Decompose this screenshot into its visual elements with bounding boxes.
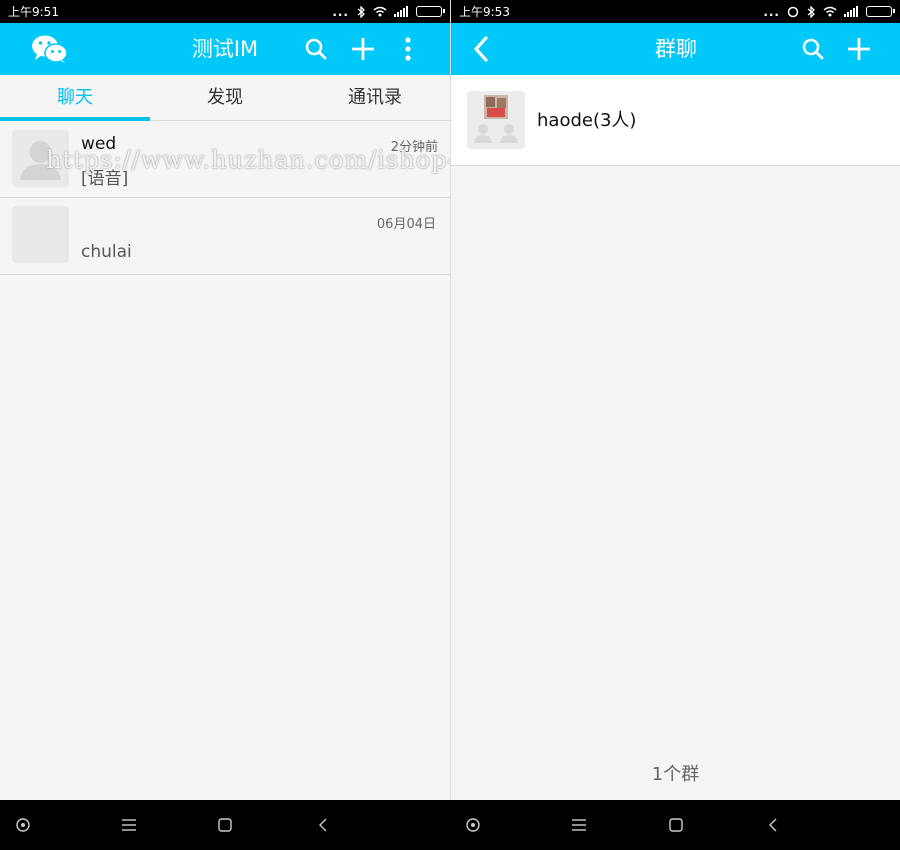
tab-discover[interactable]: 发现 bbox=[150, 75, 300, 120]
watermark-text: https://www.huzhan.com/ishop44660 bbox=[46, 146, 450, 174]
add-icon[interactable] bbox=[843, 33, 875, 65]
status-bar: 上午9:53 ... bbox=[451, 0, 900, 23]
more-vert-icon[interactable] bbox=[392, 33, 424, 65]
signal-icon bbox=[394, 6, 408, 17]
bluetooth-icon bbox=[807, 5, 815, 18]
battery-icon bbox=[416, 6, 445, 17]
menu-nav-icon[interactable] bbox=[117, 813, 141, 837]
assistant-nav-icon[interactable] bbox=[11, 813, 35, 837]
page-title: 测试IM bbox=[191, 37, 259, 61]
group-chat-screen: 上午9:53 ... 群聊 haode(3人) 1个群 bbox=[451, 0, 900, 850]
status-more-icon: ... bbox=[763, 4, 780, 19]
tab-contacts[interactable]: 通讯录 bbox=[300, 75, 450, 120]
tab-bar: 聊天 发现 通讯录 bbox=[0, 75, 450, 121]
chat-screen: 上午9:51 ... 测试IM 聊天 发现 通讯录 wed [语音] 2分钟前 … bbox=[0, 0, 450, 850]
battery-icon bbox=[866, 6, 895, 17]
status-time: 上午9:51 bbox=[8, 5, 59, 19]
search-icon[interactable] bbox=[797, 33, 829, 65]
nav-bar bbox=[0, 800, 450, 850]
group-avatar bbox=[467, 91, 525, 149]
group-item[interactable]: haode(3人) bbox=[451, 75, 900, 166]
status-time: 上午9:53 bbox=[459, 5, 510, 19]
conversation-item[interactable]: chulai 06月04日 bbox=[0, 198, 450, 275]
conversation-time: 06月04日 bbox=[376, 217, 436, 232]
status-bar: 上午9:51 ... bbox=[0, 0, 450, 23]
title-bar: 测试IM bbox=[0, 23, 450, 75]
wifi-icon bbox=[823, 6, 837, 17]
back-nav-icon[interactable] bbox=[761, 813, 785, 837]
conversation-message: chulai bbox=[81, 242, 132, 262]
back-nav-icon[interactable] bbox=[311, 813, 335, 837]
group-name: haode(3人) bbox=[537, 110, 637, 131]
add-icon[interactable] bbox=[347, 33, 379, 65]
title-bar: 群聊 bbox=[451, 23, 900, 75]
group-members-icon bbox=[474, 95, 518, 143]
signal-icon bbox=[844, 6, 858, 17]
group-count-label: 1个群 bbox=[651, 764, 700, 785]
assistant-nav-icon[interactable] bbox=[461, 813, 485, 837]
wechat-logo-icon bbox=[30, 33, 70, 65]
bluetooth-icon bbox=[357, 5, 365, 18]
status-more-icon: ... bbox=[332, 4, 349, 19]
home-nav-icon[interactable] bbox=[213, 813, 237, 837]
wifi-icon bbox=[373, 6, 387, 17]
search-icon[interactable] bbox=[300, 33, 332, 65]
avatar bbox=[12, 206, 69, 263]
home-nav-icon[interactable] bbox=[664, 813, 688, 837]
nav-bar bbox=[451, 800, 900, 850]
menu-nav-icon[interactable] bbox=[567, 813, 591, 837]
tab-chat[interactable]: 聊天 bbox=[0, 75, 150, 120]
sync-icon bbox=[787, 6, 799, 17]
page-title: 群聊 bbox=[655, 37, 697, 61]
back-arrow-icon[interactable] bbox=[465, 33, 497, 65]
